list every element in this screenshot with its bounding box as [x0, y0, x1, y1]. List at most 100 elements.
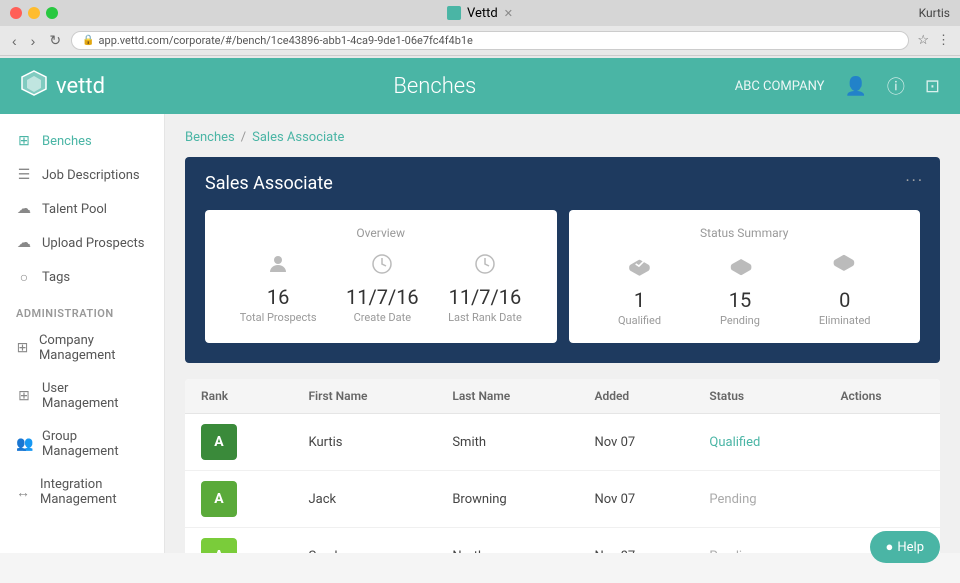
sidebar-item-job-descriptions[interactable]: ☰ Job Descriptions [0, 158, 164, 192]
qualified-label: Qualified [618, 314, 661, 327]
total-prospects-value: 16 [240, 285, 317, 309]
status-badge: Pending [709, 549, 756, 554]
close-btn[interactable] [10, 7, 22, 19]
create-date-value: 11/7/16 [346, 285, 419, 309]
company-management-icon: ⊞ [16, 340, 29, 356]
browser-addressbar: ‹ › ↻ 🔒 app.vettd.com/corporate/#/bench/… [0, 26, 960, 56]
breadcrumb: Benches / Sales Associate [185, 130, 940, 145]
pending-icon [720, 252, 760, 284]
user-management-icon: ⊞ [16, 388, 32, 404]
cell-rank: A [185, 414, 292, 471]
browser-titlebar: Vettd ✕ Kurtis [0, 0, 960, 26]
status-label: Status Summary [589, 226, 901, 240]
cell-first-name: Jack [292, 471, 436, 528]
qualified-value: 1 [618, 288, 661, 312]
signout-icon[interactable]: ⊡ [925, 76, 940, 97]
table-row[interactable]: A Sarah North Nov 07 Pending [185, 528, 940, 554]
help-label: Help [897, 540, 924, 555]
address-bar[interactable]: 🔒 app.vettd.com/corporate/#/bench/1ce438… [71, 31, 909, 50]
forward-button[interactable]: › [27, 31, 40, 51]
sidebar-item-tags[interactable]: ○ Tags [0, 260, 164, 295]
rank-badge: A [201, 481, 237, 517]
profile-icon[interactable]: 👤 [844, 76, 866, 97]
table-row[interactable]: A Jack Browning Nov 07 Pending [185, 471, 940, 528]
status-badge: Pending [709, 492, 756, 507]
sidebar-label-company-management: Company Management [39, 333, 148, 363]
qualified-icon [618, 252, 661, 284]
cell-first-name: Kurtis [292, 414, 436, 471]
eliminated-icon [819, 252, 871, 284]
bench-title: Sales Associate [205, 173, 920, 194]
back-button[interactable]: ‹ [8, 31, 21, 51]
cell-actions [824, 471, 940, 528]
card-panels: Overview 16 Total Prospect [205, 210, 920, 343]
status-badge: Qualified [709, 435, 760, 450]
job-descriptions-icon: ☰ [16, 167, 32, 183]
tags-icon: ○ [16, 269, 32, 286]
cell-added: Nov 07 [578, 528, 693, 554]
minimize-btn[interactable] [28, 7, 40, 19]
cell-last-name: Browning [436, 471, 578, 528]
sidebar-item-user-management[interactable]: ⊞ User Management [0, 372, 164, 420]
url-text: app.vettd.com/corporate/#/bench/1ce43896… [99, 34, 473, 47]
table-row[interactable]: A Kurtis Smith Nov 07 Qualified [185, 414, 940, 471]
bench-menu-button[interactable]: ··· [905, 171, 924, 190]
logo-icon [20, 69, 48, 103]
col-added: Added [578, 379, 693, 414]
sidebar-item-integration-management[interactable]: ↔ Integration Management [0, 468, 164, 516]
overview-panel: Overview 16 Total Prospect [205, 210, 557, 343]
bookmark-icon[interactable]: ☆ [915, 31, 931, 50]
integration-management-icon: ↔ [16, 484, 30, 501]
table: Rank First Name Last Name Added Status A… [185, 379, 940, 553]
bench-card: Sales Associate ··· Overview [185, 157, 940, 363]
help-icon: ● [886, 539, 894, 555]
group-management-icon: 👥 [16, 436, 32, 452]
col-rank: Rank [185, 379, 292, 414]
sidebar-item-group-management[interactable]: 👥 Group Management [0, 420, 164, 468]
overview-label: Overview [225, 226, 537, 240]
breadcrumb-separator: / [241, 130, 246, 145]
cell-actions [824, 414, 940, 471]
logo: vettd [20, 69, 105, 103]
tab-title-text: Vettd [467, 6, 498, 21]
menu-icon[interactable]: ⋮ [935, 31, 952, 50]
breadcrumb-parent[interactable]: Benches [185, 130, 235, 145]
sidebar-item-benches[interactable]: ⊞ Benches [0, 124, 164, 158]
create-date-icon [346, 252, 419, 281]
eliminated-label: Eliminated [819, 314, 871, 327]
maximize-btn[interactable] [46, 7, 58, 19]
info-icon[interactable]: ⓘ [887, 73, 905, 99]
sidebar-label-user-management: User Management [42, 381, 148, 411]
cell-rank: A [185, 528, 292, 554]
admin-section-label: ADMINISTRATION [0, 295, 164, 324]
header-right: ABC COMPANY 👤 ⓘ ⊡ [735, 73, 940, 99]
tab-close-btn[interactable]: ✕ [504, 7, 513, 20]
app-header: vettd Benches ABC COMPANY 👤 ⓘ ⊡ [0, 58, 960, 114]
benches-icon: ⊞ [16, 133, 32, 149]
pending-value: 15 [720, 288, 760, 312]
logo-text: vettd [56, 74, 105, 99]
cell-rank: A [185, 471, 292, 528]
col-first-name: First Name [292, 379, 436, 414]
cell-last-name: Smith [436, 414, 578, 471]
cell-status: Qualified [693, 414, 824, 471]
qualified-stat: 1 Qualified [618, 252, 661, 327]
sidebar-item-upload-prospects[interactable]: ☁ Upload Prospects [0, 226, 164, 260]
last-rank-date-icon [448, 252, 522, 281]
sidebar-item-company-management[interactable]: ⊞ Company Management [0, 324, 164, 372]
company-name: ABC COMPANY [735, 79, 825, 94]
tab-favicon [447, 6, 461, 20]
refresh-button[interactable]: ↻ [45, 30, 65, 51]
sidebar-item-talent-pool[interactable]: ☁ Talent Pool [0, 192, 164, 226]
cell-added: Nov 07 [578, 471, 693, 528]
talent-pool-icon: ☁ [16, 201, 32, 217]
pending-label: Pending [720, 314, 760, 327]
main-content: Benches / Sales Associate Sales Associat… [165, 114, 960, 553]
sidebar-label-integration-management: Integration Management [40, 477, 148, 507]
header-title: Benches [393, 74, 476, 99]
breadcrumb-current[interactable]: Sales Associate [252, 130, 344, 145]
prospects-icon [240, 252, 317, 281]
sidebar-label-tags: Tags [42, 270, 70, 285]
help-button[interactable]: ● Help [870, 531, 941, 563]
rank-badge: A [201, 538, 237, 553]
